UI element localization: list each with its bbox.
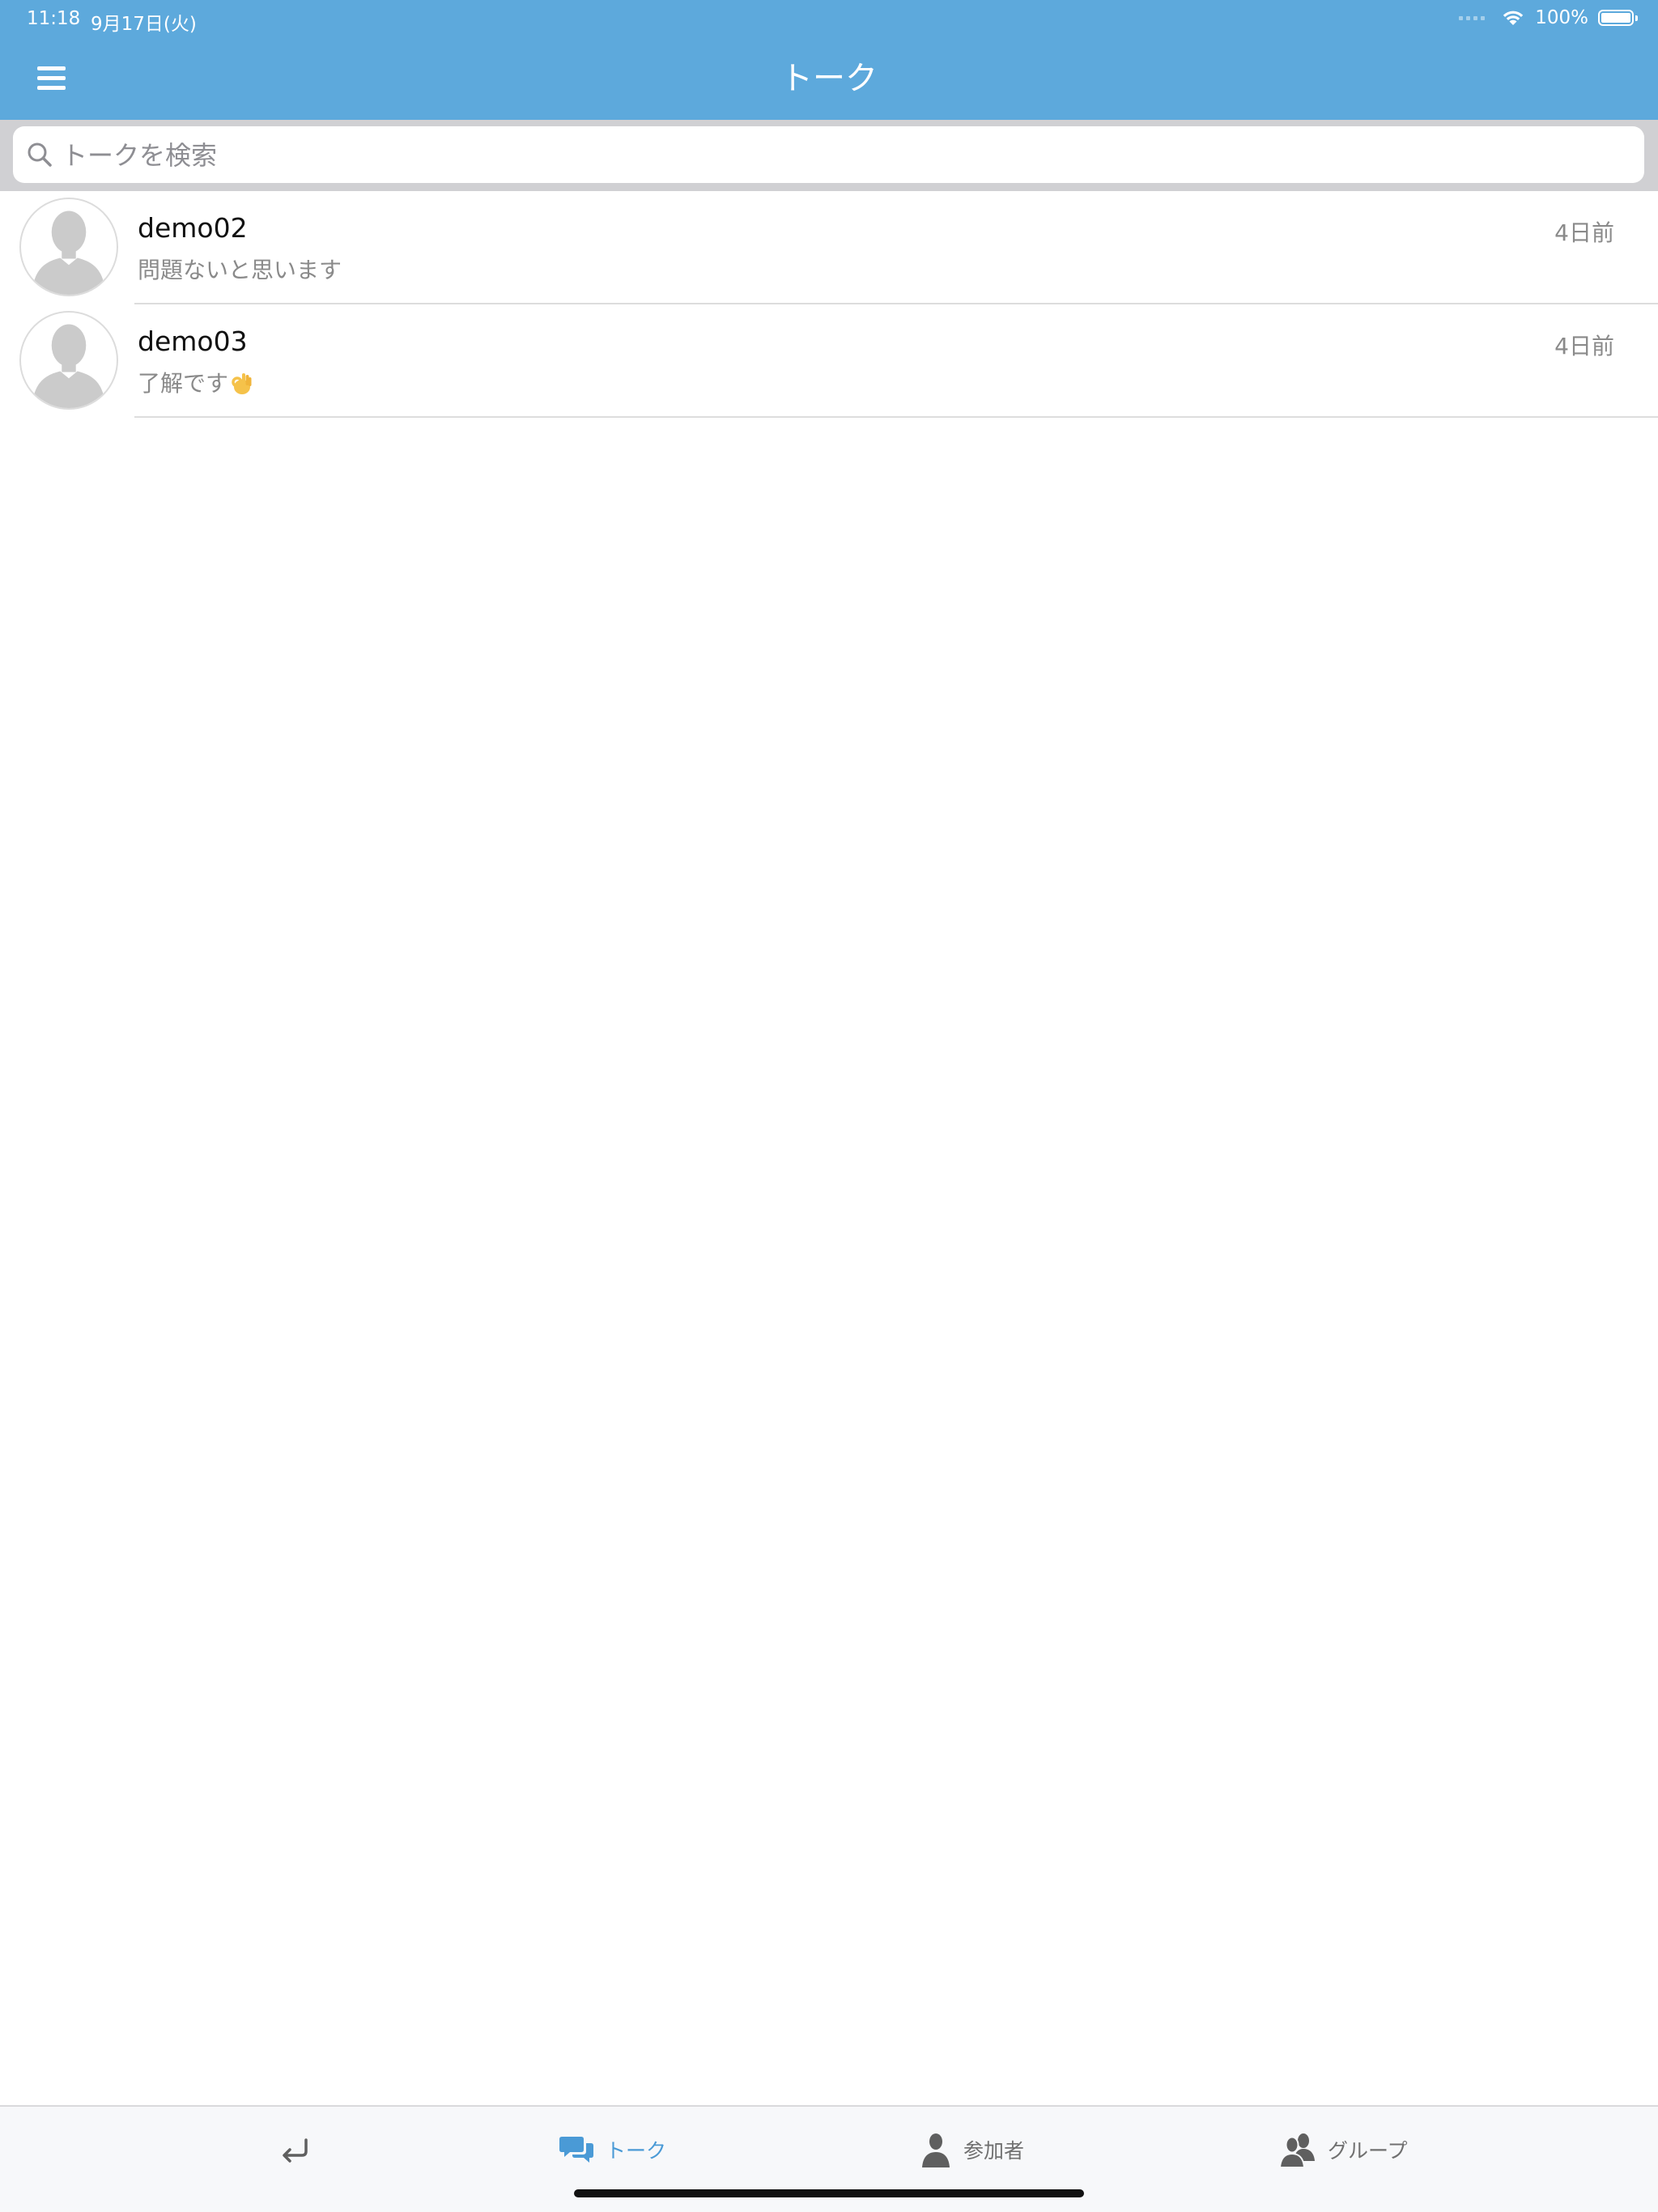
return-arrow-icon — [283, 2138, 308, 2163]
ok-hand-emoji-icon — [232, 373, 252, 394]
tab-label-participants: 参加者 — [963, 2139, 1025, 2163]
talk-name: demo02 — [138, 212, 248, 244]
chat-bubbles-icon — [559, 2137, 593, 2163]
talk-list: demo02 問題ないと思います 4日前 demo03 了解です 4日前 — [0, 191, 1658, 418]
group-icon — [1279, 2133, 1315, 2167]
status-indicators: 100% — [1459, 7, 1638, 28]
page-title: トーク — [780, 60, 878, 97]
tab-groups[interactable]: グループ — [1279, 2129, 1408, 2170]
talk-last-message: 問題ないと思います — [138, 257, 342, 283]
avatar — [19, 311, 118, 410]
tab-participants[interactable]: 参加者 — [920, 2129, 1024, 2170]
tab-label-groups: グループ — [1328, 2139, 1408, 2163]
tab-label-talk: トーク — [606, 2139, 667, 2163]
tab-back[interactable] — [277, 2129, 312, 2170]
tab-talk[interactable]: トーク — [559, 2129, 666, 2170]
talk-row-demo03[interactable]: demo03 了解です 4日前 — [0, 304, 1658, 418]
talk-row-demo02[interactable]: demo02 問題ないと思います 4日前 — [0, 191, 1658, 304]
search-icon — [28, 143, 52, 167]
talk-timestamp: 4日前 — [1554, 333, 1614, 359]
person-icon — [922, 2133, 950, 2167]
default-avatar-icon — [32, 211, 106, 295]
default-avatar-icon — [32, 324, 106, 408]
cellular-dots-icon — [1459, 15, 1486, 20]
search-input[interactable] — [60, 126, 1601, 185]
status-date: 9月17日(火) — [91, 14, 197, 35]
divider — [134, 416, 1658, 418]
battery-icon — [1598, 10, 1638, 26]
talk-last-message: 了解です — [138, 366, 253, 398]
app-header: 11:18 9月17日(火) 100% トーク — [0, 0, 1658, 120]
search-box[interactable] — [13, 126, 1644, 185]
search-bar — [0, 120, 1658, 191]
status-time: 11:18 — [27, 8, 81, 29]
avatar — [19, 198, 118, 296]
talk-timestamp: 4日前 — [1554, 219, 1614, 246]
status-bar: 11:18 9月17日(火) 100% — [0, 0, 1658, 39]
talk-name: demo03 — [138, 325, 248, 357]
home-indicator — [574, 2189, 1084, 2197]
battery-percent: 100% — [1535, 7, 1588, 28]
talk-last-message-text: 了解です — [138, 370, 229, 397]
wifi-icon — [1503, 11, 1524, 25]
